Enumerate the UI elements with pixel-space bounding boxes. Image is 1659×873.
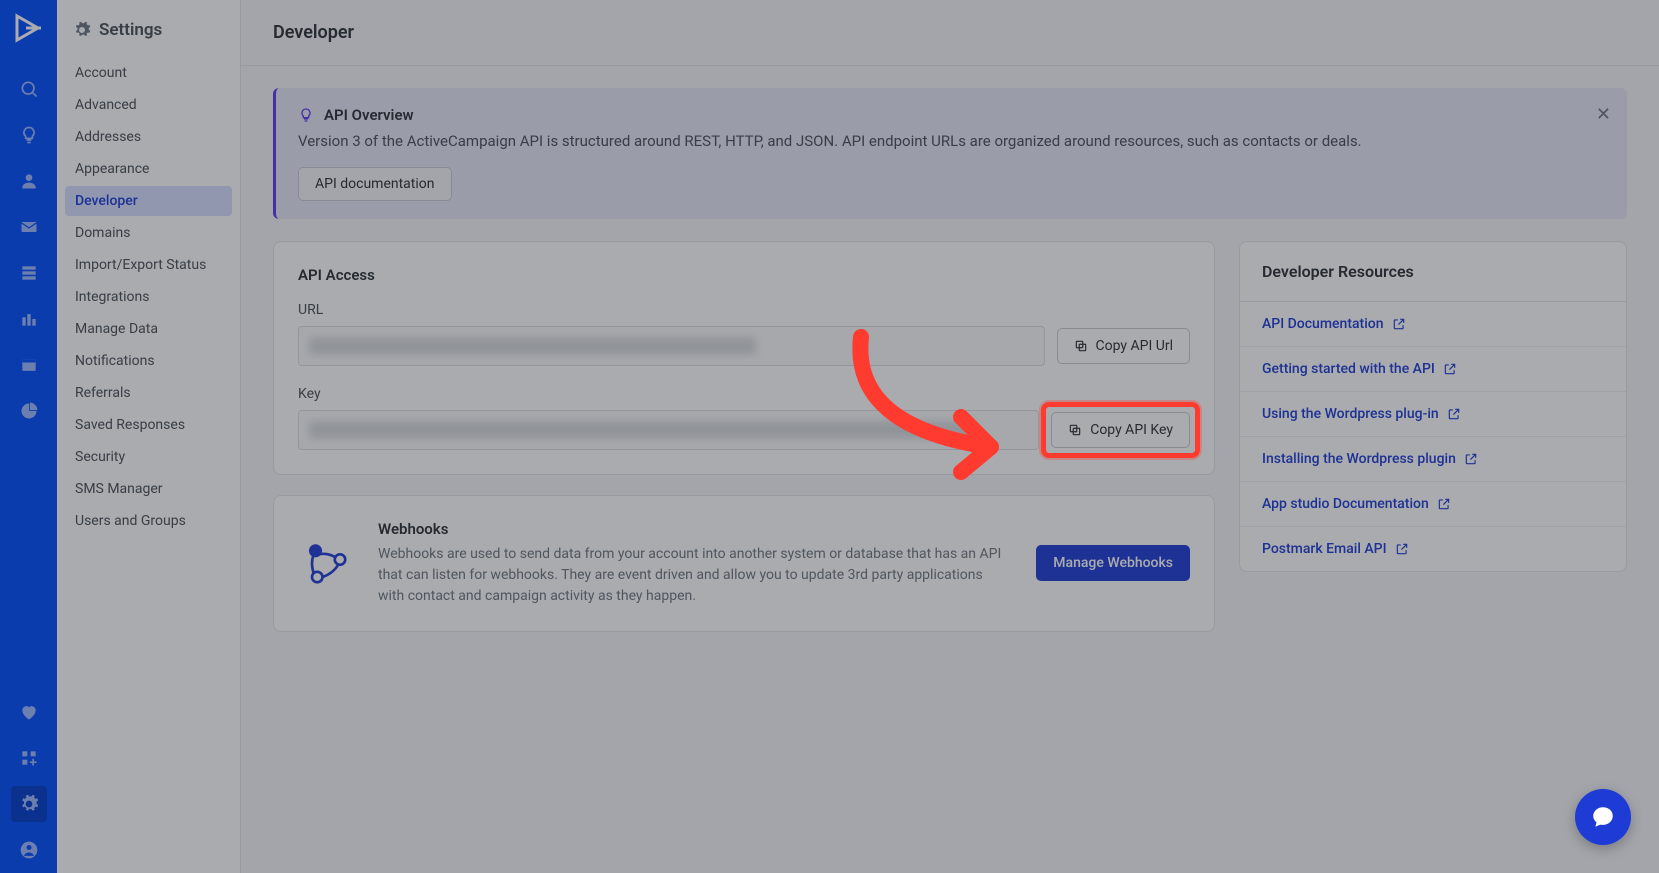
avatar-icon[interactable] <box>11 832 47 868</box>
sidebar-item-manage-data[interactable]: Manage Data <box>65 314 232 344</box>
sidebar-item-developer[interactable]: Developer <box>65 186 232 216</box>
window-icon[interactable] <box>11 347 47 383</box>
close-icon[interactable]: ✕ <box>1596 104 1611 125</box>
key-label: Key <box>298 386 1190 402</box>
apps-icon[interactable] <box>11 740 47 776</box>
mail-icon[interactable] <box>11 209 47 245</box>
search-icon[interactable] <box>11 71 47 107</box>
banner-body-text: Version 3 of the ActiveCampaign API is s… <box>298 130 1605 153</box>
sidebar-item-import-export-status[interactable]: Import/Export Status <box>65 250 232 280</box>
bulb-icon[interactable] <box>11 117 47 153</box>
api-access-title: API Access <box>298 266 1190 284</box>
heart-icon[interactable] <box>11 694 47 730</box>
sidebar-item-security[interactable]: Security <box>65 442 232 472</box>
api-access-card: API Access URL Copy API Url Key Copy API… <box>273 241 1215 475</box>
stack-icon[interactable] <box>11 255 47 291</box>
sidebar-item-referrals[interactable]: Referrals <box>65 378 232 408</box>
copy-api-url-button[interactable]: Copy API Url <box>1057 328 1190 364</box>
sidebar-item-saved-responses[interactable]: Saved Responses <box>65 410 232 440</box>
developer-resources-card: Developer Resources API DocumentationGet… <box>1239 241 1627 572</box>
api-key-field[interactable] <box>298 410 1039 450</box>
api-url-field[interactable] <box>298 326 1045 366</box>
bars-icon[interactable] <box>11 301 47 337</box>
pie-icon[interactable] <box>11 393 47 429</box>
resource-link[interactable]: API Documentation <box>1240 302 1626 347</box>
main-area: Developer ✕ API Overview Version 3 of th… <box>241 0 1659 873</box>
sidebar-item-advanced[interactable]: Advanced <box>65 90 232 120</box>
copy-api-key-button[interactable]: Copy API Key <box>1051 412 1190 448</box>
resource-link[interactable]: Postmark Email API <box>1240 527 1626 571</box>
sidebar-title: Settings <box>65 10 232 58</box>
sidebar-item-appearance[interactable]: Appearance <box>65 154 232 184</box>
sidebar-item-users-and-groups[interactable]: Users and Groups <box>65 506 232 536</box>
webhooks-card: Webhooks Webhooks are used to send data … <box>273 495 1215 632</box>
left-rail <box>0 0 57 873</box>
resource-link[interactable]: App studio Documentation <box>1240 482 1626 527</box>
api-overview-banner: ✕ API Overview Version 3 of the ActiveCa… <box>273 88 1627 219</box>
resource-link[interactable]: Installing the Wordpress plugin <box>1240 437 1626 482</box>
sidebar-item-domains[interactable]: Domains <box>65 218 232 248</box>
person-icon[interactable] <box>11 163 47 199</box>
webhooks-icon <box>298 535 354 591</box>
url-label: URL <box>298 302 1190 318</box>
resource-link[interactable]: Using the Wordpress plug-in <box>1240 392 1626 437</box>
sidebar-item-account[interactable]: Account <box>65 58 232 88</box>
settings-sidebar: Settings AccountAdvancedAddressesAppeara… <box>57 0 241 873</box>
api-documentation-button[interactable]: API documentation <box>298 167 452 201</box>
sidebar-item-sms-manager[interactable]: SMS Manager <box>65 474 232 504</box>
sidebar-item-addresses[interactable]: Addresses <box>65 122 232 152</box>
manage-webhooks-button[interactable]: Manage Webhooks <box>1036 545 1190 581</box>
webhooks-title: Webhooks <box>378 520 1012 538</box>
sidebar-item-notifications[interactable]: Notifications <box>65 346 232 376</box>
gear-icon[interactable] <box>11 786 47 822</box>
banner-title-text: API Overview <box>324 106 414 124</box>
resources-title: Developer Resources <box>1240 242 1626 302</box>
webhooks-description: Webhooks are used to send data from your… <box>378 544 1012 607</box>
page-title: Developer <box>241 0 1659 66</box>
chat-fab[interactable] <box>1575 789 1631 845</box>
resource-link[interactable]: Getting started with the API <box>1240 347 1626 392</box>
sidebar-item-integrations[interactable]: Integrations <box>65 282 232 312</box>
app-logo[interactable] <box>11 10 47 46</box>
